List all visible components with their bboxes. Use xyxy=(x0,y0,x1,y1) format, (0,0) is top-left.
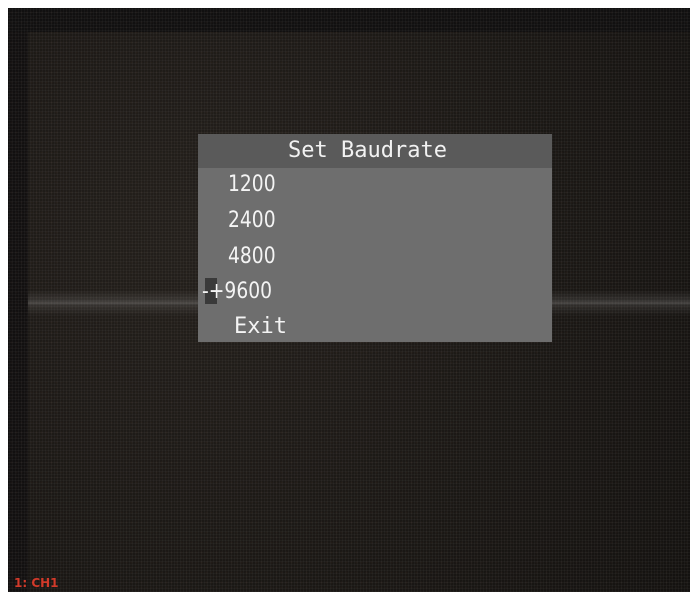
osd-title: Set Baudrate xyxy=(288,138,447,163)
exit-option[interactable]: Exit xyxy=(234,314,287,339)
baudrate-osd-menu: Set Baudrate 1200 2400 4800 -+9600 Exit xyxy=(198,134,552,342)
baudrate-option-1200[interactable]: 1200 xyxy=(228,172,276,197)
baudrate-option-4800[interactable]: 4800 xyxy=(228,244,276,269)
osd-title-bar: Set Baudrate xyxy=(198,134,552,168)
screen: Set Baudrate 1200 2400 4800 -+9600 Exit … xyxy=(0,0,690,592)
baudrate-option-9600-selected[interactable]: -+9600 xyxy=(202,279,272,304)
baudrate-option-2400[interactable]: 2400 xyxy=(228,208,276,233)
channel-label: 1: CH1 xyxy=(14,576,59,590)
